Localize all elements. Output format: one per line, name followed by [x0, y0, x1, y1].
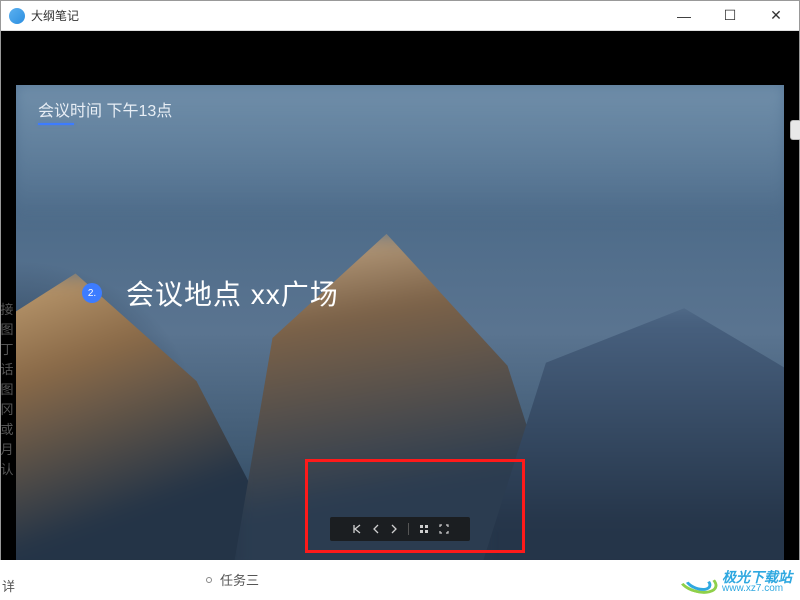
outline-item-label: 任务三	[220, 570, 259, 589]
slide-bullet: 2. 会议地点 xx广场	[82, 273, 339, 313]
minimize-button[interactable]: —	[661, 1, 707, 30]
presentation-viewport: 会议时间 下午13点 2. 会议地点 xx广场	[1, 31, 799, 599]
watermark-url: www.xz7.com	[722, 584, 792, 594]
fullscreen-button[interactable]	[439, 524, 449, 534]
titlebar: 大纲笔记 — ☐ ✕	[1, 1, 799, 31]
watermark-logo-icon	[678, 571, 718, 593]
first-slide-button[interactable]	[352, 524, 362, 534]
slide-stage: 会议时间 下午13点 2. 会议地点 xx广场	[16, 85, 784, 581]
bullet-text: 会议地点 xx广场	[126, 273, 339, 313]
background-window-text: 接 图 丁 话 图 冈 或 月 认	[0, 300, 14, 480]
page-indicator-icon[interactable]	[419, 524, 429, 534]
maximize-button[interactable]: ☐	[707, 1, 753, 30]
slide-background-mountain	[477, 308, 784, 581]
close-button[interactable]: ✕	[753, 1, 799, 30]
prev-slide-button[interactable]	[372, 524, 380, 534]
bullet-number-badge: 2.	[82, 283, 102, 303]
slide-title: 会议时间 下午13点	[38, 97, 172, 131]
background-outline-item: 任务三	[206, 570, 259, 589]
bullet-icon	[206, 577, 212, 583]
watermark-title: 极光下载站	[722, 570, 792, 584]
titlebar-title: 大纲笔记	[31, 7, 661, 24]
toolbar-divider	[408, 523, 409, 535]
slide-title-underline	[38, 123, 74, 125]
watermark: 极光下载站 www.xz7.com	[678, 570, 792, 594]
next-slide-button[interactable]	[390, 524, 398, 534]
window-controls: — ☐ ✕	[661, 1, 799, 30]
background-window-edge	[790, 120, 800, 140]
app-window: 大纲笔记 — ☐ ✕ 会议时间 下午13点 2. 会议地点 xx广场	[0, 0, 800, 600]
app-icon	[9, 8, 25, 24]
background-text: 详	[2, 576, 15, 595]
presentation-toolbar	[330, 517, 470, 541]
